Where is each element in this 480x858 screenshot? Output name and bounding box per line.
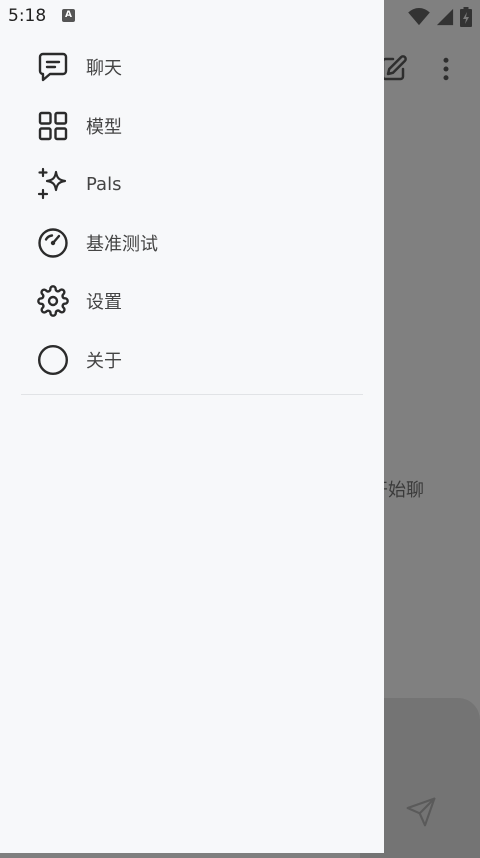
drawer-item-label: 设置 <box>86 292 122 314</box>
navigation-drawer: 聊天 模型 Pals 基准测试 设置 关于 <box>0 0 384 853</box>
gear-icon <box>36 284 70 318</box>
drawer-item-benchmark[interactable]: 基准测试 <box>0 214 384 273</box>
more-vert-icon[interactable] <box>431 54 461 84</box>
drawer-item-label: 关于 <box>86 350 122 372</box>
drawer-item-label: 模型 <box>86 116 122 138</box>
drawer-item-label: 聊天 <box>86 58 122 80</box>
sparkles-icon <box>36 167 70 201</box>
drawer-item-label: Pals <box>86 173 122 195</box>
wifi-icon <box>408 8 430 26</box>
signal-icon <box>436 8 454 26</box>
drawer-item-models[interactable]: 模型 <box>0 97 384 156</box>
send-icon[interactable] <box>405 796 437 828</box>
circle-icon <box>36 343 70 377</box>
drawer-item-chat[interactable]: 聊天 <box>0 38 384 97</box>
drawer-divider <box>21 394 363 395</box>
battery-icon <box>460 7 472 27</box>
grid-icon <box>36 109 70 143</box>
status-time: 5:18 <box>8 6 47 26</box>
drawer-menu: 聊天 模型 Pals 基准测试 设置 关于 <box>0 38 384 389</box>
status-bar: 5:18 A <box>0 0 480 32</box>
drawer-item-pals[interactable]: Pals <box>0 155 384 214</box>
drawer-item-label: 基准测试 <box>86 233 158 255</box>
chat-icon <box>36 50 70 84</box>
drawer-item-about[interactable]: 关于 <box>0 331 384 390</box>
status-icons <box>408 7 472 27</box>
drawer-item-settings[interactable]: 设置 <box>0 272 384 331</box>
speedometer-icon <box>36 226 70 260</box>
notification-a-icon: A <box>62 9 75 22</box>
